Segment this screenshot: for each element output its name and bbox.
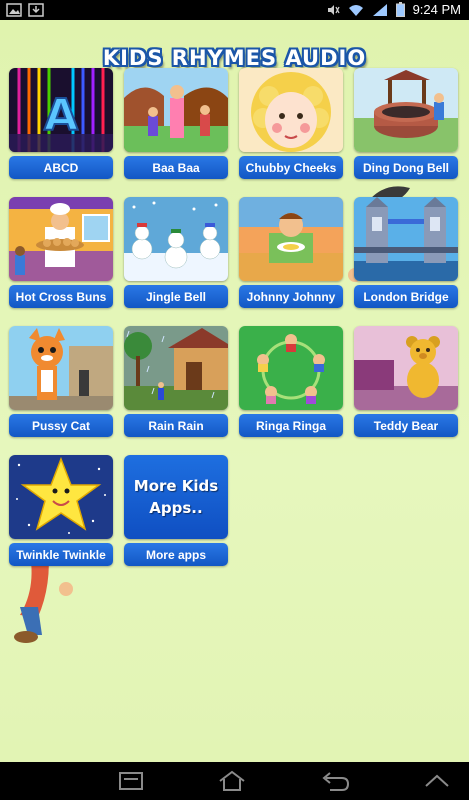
status-bar: 9:24 PM: [0, 0, 469, 20]
battery-icon: [395, 2, 405, 17]
rhyme-tile-teddy-bear[interactable]: Teddy Bear: [354, 326, 458, 437]
rhyme-tile-ding-dong-bell[interactable]: Ding Dong Bell: [354, 68, 458, 179]
baa-baa-thumbnail[interactable]: [124, 68, 228, 152]
rhyme-tile-abcd[interactable]: A ABCD: [9, 68, 113, 179]
rhyme-label[interactable]: Jingle Bell: [124, 285, 228, 308]
recent-apps-icon[interactable]: [114, 770, 148, 792]
hot-cross-buns-thumbnail[interactable]: [9, 197, 113, 281]
rhyme-label[interactable]: Chubby Cheeks: [239, 156, 343, 179]
rhyme-label[interactable]: London Bridge: [354, 285, 458, 308]
chubby-cheeks-thumbnail[interactable]: [239, 68, 343, 152]
more-apps-button[interactable]: More apps: [124, 543, 228, 566]
ding-dong-bell-thumbnail[interactable]: [354, 68, 458, 152]
wifi-icon: [348, 4, 363, 16]
pussy-cat-thumbnail[interactable]: [9, 326, 113, 410]
rhyme-tile-baa-baa[interactable]: Baa Baa: [124, 68, 228, 179]
rhyme-tile-twinkle-twinkle[interactable]: Twinkle Twinkle: [9, 455, 113, 566]
signal-icon: [372, 3, 387, 16]
image-icon: [6, 3, 22, 17]
rhyme-tile-london-bridge[interactable]: London Bridge: [354, 197, 458, 308]
home-icon[interactable]: [215, 770, 249, 792]
abcd-thumbnail[interactable]: A: [9, 68, 113, 152]
rain-rain-thumbnail[interactable]: [124, 326, 228, 410]
rhyme-tile-ringa-ringa[interactable]: Ringa Ringa: [239, 326, 343, 437]
rhyme-tile-jingle-bell[interactable]: Jingle Bell: [124, 197, 228, 308]
more-apps-line2: Apps..: [149, 499, 203, 517]
svg-text:A: A: [44, 90, 78, 141]
more-apps-line1: More Kids: [133, 477, 219, 495]
rhyme-label[interactable]: Ringa Ringa: [239, 414, 343, 437]
ringa-ringa-thumbnail[interactable]: [239, 326, 343, 410]
rhyme-label[interactable]: ABCD: [9, 156, 113, 179]
rhyme-tile-johnny-johnny[interactable]: Johnny Johnny: [239, 197, 343, 308]
rhyme-tile-pussy-cat[interactable]: Pussy Cat: [9, 326, 113, 437]
download-icon: [28, 3, 44, 17]
rhyme-label[interactable]: Teddy Bear: [354, 414, 458, 437]
rhyme-label[interactable]: Ding Dong Bell: [354, 156, 458, 179]
status-time: 9:24 PM: [412, 2, 461, 17]
johnny-johnny-thumbnail[interactable]: [239, 197, 343, 281]
rhyme-label[interactable]: Twinkle Twinkle: [9, 543, 113, 566]
more-apps-tile[interactable]: More Kids Apps.. More apps: [124, 455, 228, 566]
rhyme-label[interactable]: Hot Cross Buns: [9, 285, 113, 308]
twinkle-twinkle-thumbnail[interactable]: [9, 455, 113, 539]
rhyme-label[interactable]: Rain Rain: [124, 414, 228, 437]
rhyme-tile-hot-cross-buns[interactable]: Hot Cross Buns: [9, 197, 113, 308]
london-bridge-thumbnail[interactable]: [354, 197, 458, 281]
rhyme-tile-chubby-cheeks[interactable]: Chubby Cheeks: [239, 68, 343, 179]
app-title: KIDS RHYMES AUDIO: [102, 46, 367, 70]
rhyme-label[interactable]: Pussy Cat: [9, 414, 113, 437]
menu-up-icon[interactable]: [420, 770, 454, 792]
mute-icon: [327, 4, 340, 15]
more-apps-thumbnail[interactable]: More Kids Apps..: [124, 455, 228, 539]
navigation-bar: [0, 762, 469, 800]
teddy-bear-thumbnail[interactable]: [354, 326, 458, 410]
rhyme-label[interactable]: Johnny Johnny: [239, 285, 343, 308]
rhyme-label[interactable]: Baa Baa: [124, 156, 228, 179]
rhyme-tile-rain-rain[interactable]: Rain Rain: [124, 326, 228, 437]
jingle-bell-thumbnail[interactable]: [124, 197, 228, 281]
back-icon[interactable]: [318, 770, 352, 792]
